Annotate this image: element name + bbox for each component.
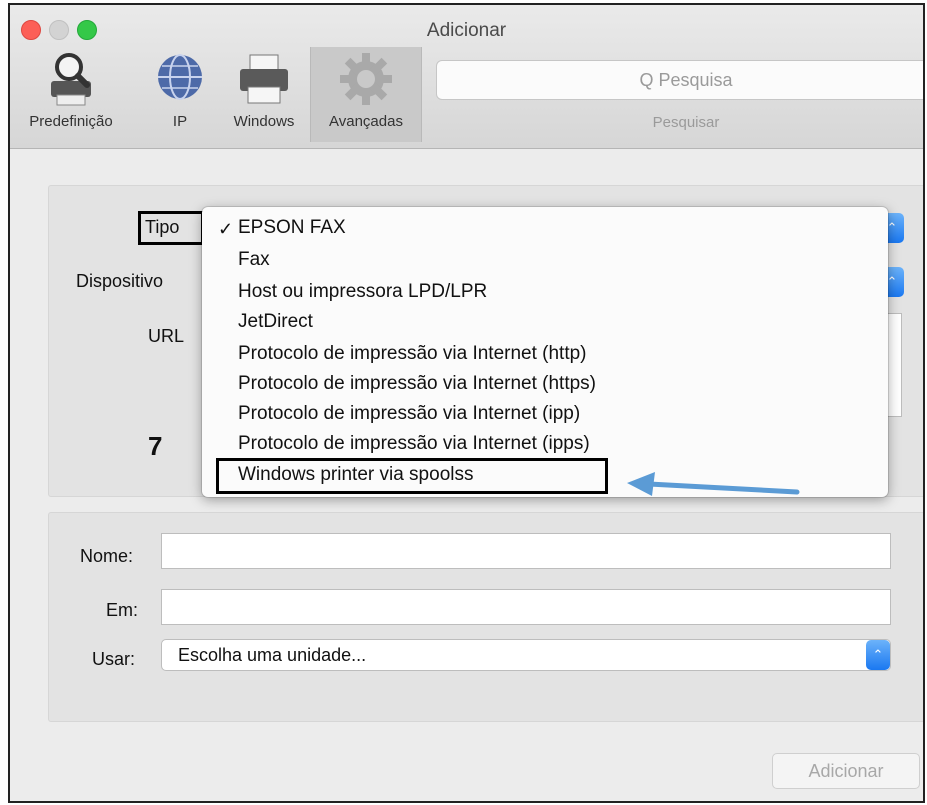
search-label: Pesquisar (652, 114, 720, 131)
globe-icon (158, 54, 202, 100)
em-field[interactable] (161, 589, 891, 625)
selected-checkmark: ✓ (218, 219, 234, 239)
toolbar-item-windows[interactable]: Windows (218, 47, 310, 142)
tipo-highlight-box (138, 211, 204, 245)
search-field[interactable]: Q Pesquisa (436, 60, 923, 100)
magnifier-printer-icon (51, 53, 91, 106)
url-label: URL (148, 326, 185, 346)
window-title: Adicionar (426, 20, 507, 41)
toolbar-item-label: IP (172, 113, 188, 130)
tipo-dropdown-menu: ✓ EPSON FAX Fax Host ou impressora LPD/L… (202, 207, 888, 497)
nome-field[interactable] (161, 533, 891, 569)
menu-item-ipp-ipp[interactable]: Protocolo de impressão via Internet (ipp… (238, 403, 580, 425)
toolbar-item-default[interactable]: Predefinição (10, 47, 132, 142)
menu-item-lpd-lpr[interactable]: Host ou impressora LPD/LPR (238, 281, 487, 303)
toolbar-item-label: Predefinição (29, 113, 113, 130)
menu-item-ipp-https[interactable]: Protocolo de impressão via Internet (htt… (238, 373, 596, 395)
usar-select[interactable]: Escolha uma unidade... ⌃ (161, 639, 891, 671)
gear-icon (340, 53, 392, 105)
menu-item-jetdirect[interactable]: JetDirect (238, 311, 313, 333)
em-label: Em: (106, 600, 139, 620)
toolbar-item-advanced[interactable]: Avançadas (310, 47, 422, 142)
menu-item-ipp-http[interactable]: Protocolo de impressão via Internet (htt… (238, 343, 587, 365)
spoolss-highlight-box (216, 458, 608, 494)
menu-item-epson-fax[interactable]: EPSON FAX (238, 217, 346, 239)
printer-icon (240, 54, 288, 104)
toolbar-item-label: Avançadas (329, 113, 403, 130)
menu-item-ipp-ipps[interactable]: Protocolo de impressão via Internet (ipp… (238, 433, 590, 455)
annotation-arrow (627, 472, 800, 496)
add-button[interactable]: Adicionar (772, 753, 920, 789)
dispositivo-label: Dispositivo (76, 271, 164, 291)
menu-item-fax[interactable]: Fax (238, 249, 270, 271)
nome-label: Nome: (80, 546, 134, 566)
toolbar-item-ip[interactable]: IP (148, 47, 212, 142)
add-printer-window: Adicionar Predefinição IP Windows Avança… (8, 3, 925, 803)
usar-label: Usar: (92, 649, 136, 669)
usar-select-stepper[interactable]: ⌃ (866, 640, 890, 670)
annotation-number: 7 (148, 431, 163, 461)
usar-select-value: Escolha uma unidade... (178, 645, 367, 665)
toolbar: Adicionar Predefinição IP Windows Avança… (10, 5, 923, 149)
toolbar-item-label: Windows (233, 113, 295, 130)
